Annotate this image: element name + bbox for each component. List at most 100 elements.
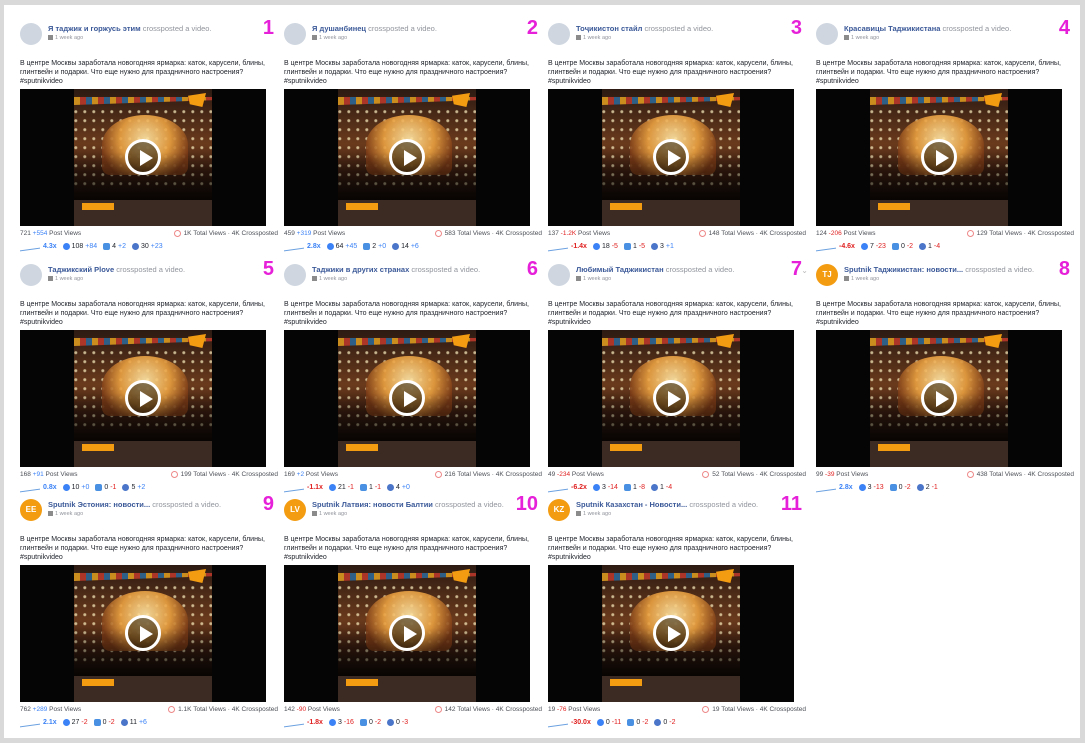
video-player[interactable]: [548, 330, 794, 467]
page-name-link[interactable]: Красавицы Таджикистана: [844, 24, 940, 33]
post-card: LV Sputnik Латвия: новости Балтии crosspo…: [284, 493, 542, 729]
post-meta: 1 week ago: [312, 511, 347, 517]
play-button-icon[interactable]: [125, 380, 161, 416]
page-avatar[interactable]: [284, 23, 306, 45]
post-time[interactable]: 1 week ago: [583, 35, 611, 41]
video-player[interactable]: [816, 89, 1062, 226]
page-avatar[interactable]: [20, 264, 42, 286]
video-player[interactable]: [20, 330, 266, 467]
post-time[interactable]: 1 week ago: [55, 511, 83, 517]
shares-stat: 0 -2: [654, 719, 676, 726]
performance-multiplier: 2.1x: [43, 719, 57, 727]
shares-delta: +6: [410, 243, 419, 251]
page-name-link[interactable]: Тоҷикистон стайл: [576, 24, 642, 33]
post-views-label: Post Views: [307, 706, 340, 713]
post-time[interactable]: 1 week ago: [851, 35, 879, 41]
page-avatar[interactable]: KZ: [548, 499, 570, 521]
video-player[interactable]: [20, 565, 266, 702]
shares-delta: +1: [665, 243, 674, 251]
shares-count: 3: [660, 243, 664, 251]
post-time[interactable]: 1 week ago: [319, 511, 347, 517]
post-number: 6: [526, 258, 538, 280]
post-text: В центре Москвы заработала новогодняя яр…: [20, 60, 265, 85]
post-text: В центре Москвы заработала новогодняя яр…: [816, 301, 1061, 326]
play-button-icon[interactable]: [125, 615, 161, 651]
total-views: 583 Total Views · 4K Crossposted: [434, 230, 542, 237]
shares-delta: +0: [401, 484, 410, 492]
avatar-initials-icon: LV: [290, 505, 300, 514]
page-avatar[interactable]: [284, 264, 306, 286]
comments-delta: +2: [118, 243, 126, 251]
comments-stat: 4 +2: [103, 243, 126, 250]
chevron-down-icon[interactable]: ⌄: [801, 266, 808, 275]
page-name-link[interactable]: Я таджик и горжусь этим: [48, 24, 141, 33]
post-time[interactable]: 1 week ago: [851, 276, 879, 282]
post-views-delta: -206: [828, 230, 842, 237]
reactions-stat: 64 +45: [326, 243, 357, 250]
sparkline-icon: [20, 241, 40, 252]
total-views-count: 148: [708, 230, 720, 238]
total-views-label: Total Views · 4K Crossposted: [193, 230, 278, 238]
post-header: KZ Sputnik Казахстан - Новости... crosspo…: [548, 493, 806, 535]
page-name-link[interactable]: Любимый Таджикистан: [576, 265, 664, 274]
post-time[interactable]: 1 week ago: [319, 276, 347, 282]
play-button-icon[interactable]: [653, 615, 689, 651]
reactions-icon: [326, 243, 334, 250]
page-avatar[interactable]: [548, 264, 570, 286]
page-avatar[interactable]: EE: [20, 499, 42, 521]
post-views-row: 459 +319 Post Views 583 Total Views · 4K …: [284, 228, 542, 240]
page-avatar[interactable]: LV: [284, 499, 306, 521]
post-views-label: Post Views: [313, 230, 346, 237]
page-avatar[interactable]: [816, 23, 838, 45]
video-player[interactable]: [284, 330, 530, 467]
video-player[interactable]: [284, 565, 530, 702]
comments-count: 1: [632, 243, 637, 251]
post-time[interactable]: 1 week ago: [583, 276, 611, 282]
total-views: 199 Total Views · 4K Crossposted: [170, 471, 278, 478]
post-views-delta: +319: [296, 230, 312, 237]
engagement-row: 4.3x 108 +84 4 +2 30 +23: [20, 241, 278, 257]
sparkline-icon: [548, 717, 568, 728]
video-player[interactable]: [284, 89, 530, 226]
page-avatar[interactable]: [548, 23, 570, 45]
play-button-icon[interactable]: [653, 380, 689, 416]
page-avatar[interactable]: TJ: [816, 264, 838, 286]
comments-icon: [623, 484, 631, 491]
video-player[interactable]: [20, 89, 266, 226]
post-time[interactable]: 1 week ago: [319, 35, 347, 41]
play-button-icon[interactable]: [125, 139, 161, 175]
page-avatar[interactable]: [20, 23, 42, 45]
total-views-count: 1K: [183, 230, 192, 238]
page-name-link[interactable]: Sputnik Таджикистан: новости...: [844, 265, 963, 274]
page-name-link[interactable]: Таджики в других странах: [312, 265, 409, 274]
facebook-icon: [576, 276, 581, 282]
page-name-link[interactable]: Таджикский Plove: [48, 265, 114, 274]
comments-stat: 1 -8: [623, 484, 645, 491]
video-player[interactable]: [548, 565, 794, 702]
sputnik-logo-icon: [984, 93, 1002, 107]
page-name-link[interactable]: Sputnik Латвия: новости Балтии: [312, 500, 433, 509]
play-button-icon[interactable]: [389, 139, 425, 175]
post-views-label: Post Views: [49, 706, 82, 713]
post-time[interactable]: 1 week ago: [583, 511, 611, 517]
total-views-label: Total Views · 4K Crossposted: [721, 471, 806, 479]
sparkline-icon: [816, 482, 836, 493]
page-name-link[interactable]: Sputnik Казахстан - Новости...: [576, 500, 687, 509]
post-meta: 1 week ago: [576, 276, 611, 282]
post-time[interactable]: 1 week ago: [55, 35, 83, 41]
video-player[interactable]: [816, 330, 1062, 467]
post-action: crossposted a video.: [644, 24, 714, 33]
page-name-link[interactable]: Sputnik Эстония: новости...: [48, 500, 150, 509]
post-views-delta: +2: [296, 471, 305, 478]
play-button-icon[interactable]: [389, 380, 425, 416]
video-player[interactable]: [548, 89, 794, 226]
post-card: Любимый Таджикистан crossposted a video.…: [548, 258, 808, 494]
play-button-icon[interactable]: [653, 139, 689, 175]
play-button-icon[interactable]: [389, 615, 425, 651]
reactions-count: 10: [71, 484, 80, 492]
reactions-count: 21: [337, 484, 346, 492]
play-button-icon[interactable]: [921, 380, 957, 416]
play-button-icon[interactable]: [921, 139, 957, 175]
post-time[interactable]: 1 week ago: [55, 276, 83, 282]
page-name-link[interactable]: Я душанбинец: [312, 24, 366, 33]
